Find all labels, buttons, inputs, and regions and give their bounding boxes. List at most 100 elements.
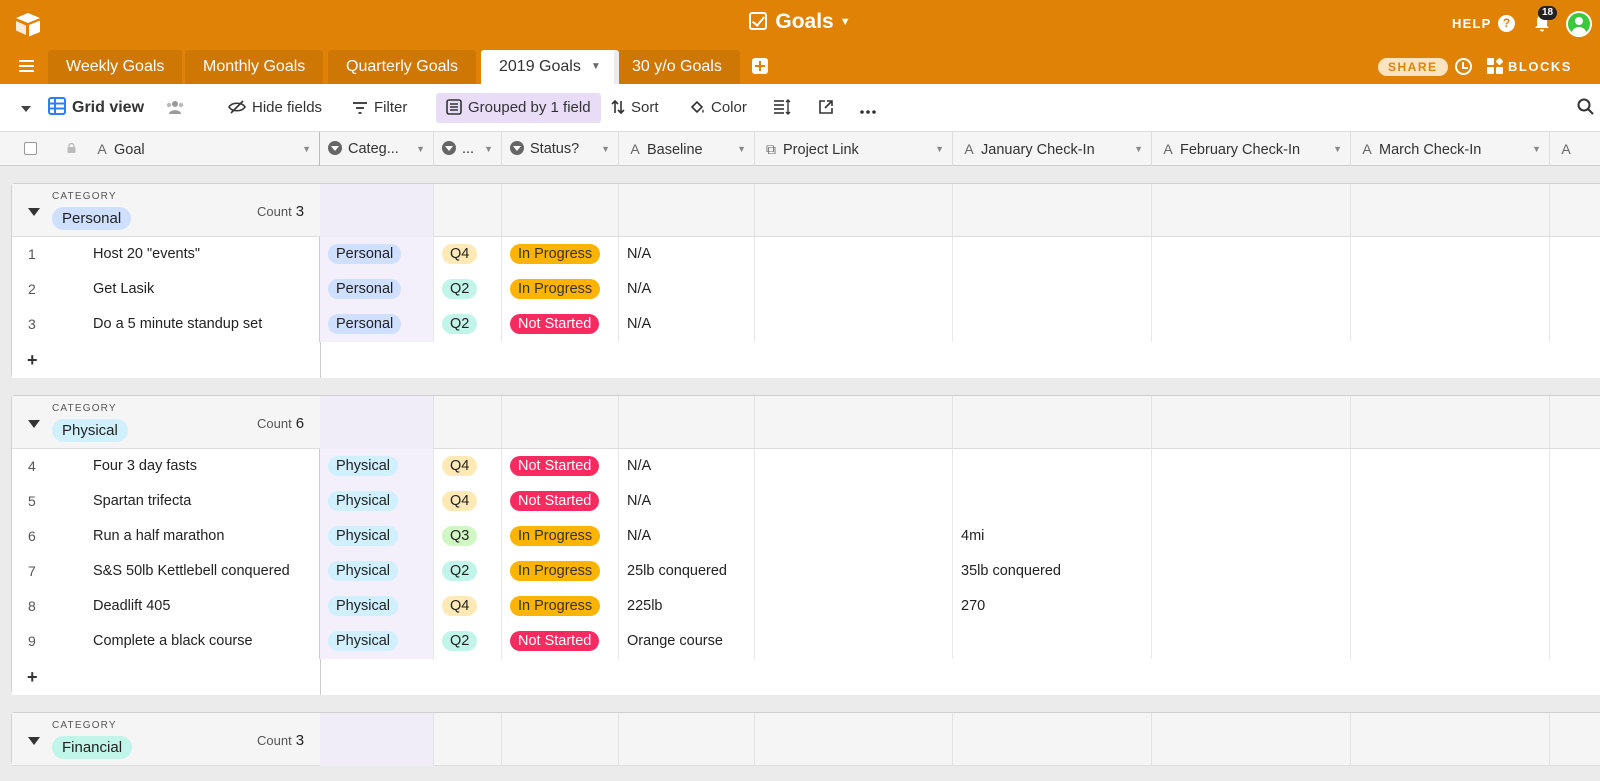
project-link-cell[interactable]	[755, 449, 953, 484]
baseline-cell[interactable]: N/A	[619, 307, 755, 342]
add-record-row[interactable]: +	[12, 659, 1600, 695]
project-link-cell[interactable]	[755, 272, 953, 307]
status-cell[interactable]: In Progress	[502, 554, 619, 589]
category-cell[interactable]: Physical	[320, 484, 434, 519]
january-checkin-cell[interactable]	[953, 484, 1152, 519]
collapse-triangle-icon[interactable]	[28, 208, 40, 216]
march-checkin-cell[interactable]	[1351, 484, 1550, 519]
column-header-february[interactable]: A February Check-In ▼	[1152, 132, 1351, 166]
category-cell[interactable]: Physical	[320, 449, 434, 484]
january-checkin-cell[interactable]	[953, 624, 1152, 659]
user-avatar[interactable]	[1566, 11, 1592, 37]
status-cell[interactable]: In Progress	[502, 589, 619, 624]
january-checkin-cell[interactable]	[953, 237, 1152, 272]
table-row[interactable]: 8 Deadlift 405 Physical Q4 In Progress 225lb 2…	[12, 589, 1600, 625]
goal-cell[interactable]: Host 20 "events"	[93, 237, 320, 272]
category-cell[interactable]: Physical	[320, 624, 434, 659]
category-cell[interactable]: Personal	[320, 272, 434, 307]
chevron-down-icon[interactable]: ▼	[416, 132, 425, 166]
column-header-goal[interactable]: A Goal ▼	[86, 132, 320, 166]
tab-monthly-goals[interactable]: Monthly Goals	[185, 50, 324, 84]
tab-30yo-goals[interactable]: 30 y/o Goals	[614, 50, 740, 84]
search-button[interactable]	[1577, 84, 1600, 132]
column-header-project-link[interactable]: ⧉ Project Link ▼	[755, 132, 953, 166]
goal-cell[interactable]: Get Lasik	[93, 272, 320, 307]
baseline-cell[interactable]: 25lb conquered	[619, 554, 755, 589]
chevron-down-icon[interactable]: ▼	[1333, 132, 1342, 166]
hamburger-menu-icon[interactable]	[19, 60, 34, 72]
chevron-down-icon[interactable]: ▼	[1134, 132, 1143, 166]
status-cell[interactable]: Not Started	[502, 484, 619, 519]
help-link[interactable]: HELP	[1452, 16, 1491, 31]
help-question-icon[interactable]: ?	[1498, 15, 1515, 32]
january-checkin-cell[interactable]	[953, 307, 1152, 342]
goal-cell[interactable]: Complete a black course	[93, 624, 320, 659]
table-row[interactable]: 1 Host 20 "events" Personal Q4 In Progress N/…	[12, 237, 1600, 273]
column-header-quarter[interactable]: ... ▼	[434, 132, 502, 166]
march-checkin-cell[interactable]	[1351, 237, 1550, 272]
collapse-triangle-icon[interactable]	[28, 737, 40, 745]
quarter-cell[interactable]: Q4	[434, 589, 502, 624]
group-header[interactable]: CATEGORY Financial Count 3	[12, 713, 1600, 766]
group-header[interactable]: CATEGORY Physical Count 6	[12, 396, 1600, 449]
category-cell[interactable]: Physical	[320, 554, 434, 589]
add-record-icon[interactable]: +	[27, 667, 38, 688]
add-table-icon[interactable]	[752, 58, 768, 74]
add-record-icon[interactable]: +	[27, 350, 38, 371]
table-row[interactable]: 6 Run a half marathon Physical Q3 In Progres…	[12, 519, 1600, 555]
chevron-down-icon[interactable]: ▼	[484, 132, 493, 166]
goal-cell[interactable]: Four 3 day fasts	[93, 449, 320, 484]
quarter-cell[interactable]: Q2	[434, 624, 502, 659]
march-checkin-cell[interactable]	[1351, 307, 1550, 342]
tab-quarterly-goals[interactable]: Quarterly Goals	[328, 50, 477, 84]
project-link-cell[interactable]	[755, 589, 953, 624]
status-cell[interactable]: Not Started	[502, 449, 619, 484]
project-link-cell[interactable]	[755, 519, 953, 554]
february-checkin-cell[interactable]	[1152, 307, 1351, 342]
table-row[interactable]: 7 S&S 50lb Kettlebell conquered Physical Q2…	[12, 554, 1600, 590]
march-checkin-cell[interactable]	[1351, 519, 1550, 554]
column-header-status[interactable]: Status? ▼	[502, 132, 619, 166]
march-checkin-cell[interactable]	[1351, 624, 1550, 659]
color-button[interactable]: Color	[689, 84, 747, 132]
group-header[interactable]: CATEGORY Personal Count 3	[12, 184, 1600, 237]
baseline-cell[interactable]: N/A	[619, 272, 755, 307]
history-icon[interactable]	[1455, 58, 1472, 75]
goal-cell[interactable]: Run a half marathon	[93, 519, 320, 554]
table-row[interactable]: 5 Spartan trifecta Physical Q4 Not Started N/…	[12, 484, 1600, 520]
quarter-cell[interactable]: Q4	[434, 237, 502, 272]
filter-button[interactable]: Filter	[352, 84, 407, 132]
column-header-next[interactable]: A	[1550, 132, 1600, 166]
project-link-cell[interactable]	[755, 237, 953, 272]
baseline-cell[interactable]: N/A	[619, 484, 755, 519]
collapse-triangle-icon[interactable]	[28, 420, 40, 428]
goal-cell[interactable]: Spartan trifecta	[93, 484, 320, 519]
status-cell[interactable]: In Progress	[502, 272, 619, 307]
january-checkin-cell[interactable]	[953, 449, 1152, 484]
column-header-category[interactable]: Categ... ▼	[320, 132, 434, 166]
status-cell[interactable]: Not Started	[502, 624, 619, 659]
project-link-cell[interactable]	[755, 307, 953, 342]
blocks-icon[interactable]	[1487, 57, 1504, 74]
chevron-down-icon[interactable]: ▼	[737, 132, 746, 166]
status-cell[interactable]: In Progress	[502, 237, 619, 272]
sort-button[interactable]: Sort	[611, 84, 659, 132]
baseline-cell[interactable]: 225lb	[619, 589, 755, 624]
chevron-down-icon[interactable]: ▼	[1532, 132, 1541, 166]
baseline-cell[interactable]: N/A	[619, 237, 755, 272]
february-checkin-cell[interactable]	[1152, 519, 1351, 554]
category-cell[interactable]: Physical	[320, 519, 434, 554]
more-options-button[interactable]	[860, 84, 882, 132]
february-checkin-cell[interactable]	[1152, 272, 1351, 307]
column-header-january[interactable]: A January Check-In ▼	[953, 132, 1152, 166]
table-row[interactable]: 9 Complete a black course Physical Q2 Not St…	[12, 624, 1600, 660]
baseline-cell[interactable]: Orange course	[619, 624, 755, 659]
hide-fields-button[interactable]: Hide fields	[228, 84, 322, 132]
tab-weekly-goals[interactable]: Weekly Goals	[48, 50, 183, 84]
column-header-march[interactable]: A March Check-In ▼	[1351, 132, 1550, 166]
february-checkin-cell[interactable]	[1152, 624, 1351, 659]
view-switcher[interactable]: Grid view	[48, 84, 144, 132]
share-view-button[interactable]	[818, 84, 840, 132]
base-title[interactable]: Goals ▼	[0, 10, 1600, 34]
share-button[interactable]: SHARE	[1378, 58, 1448, 76]
